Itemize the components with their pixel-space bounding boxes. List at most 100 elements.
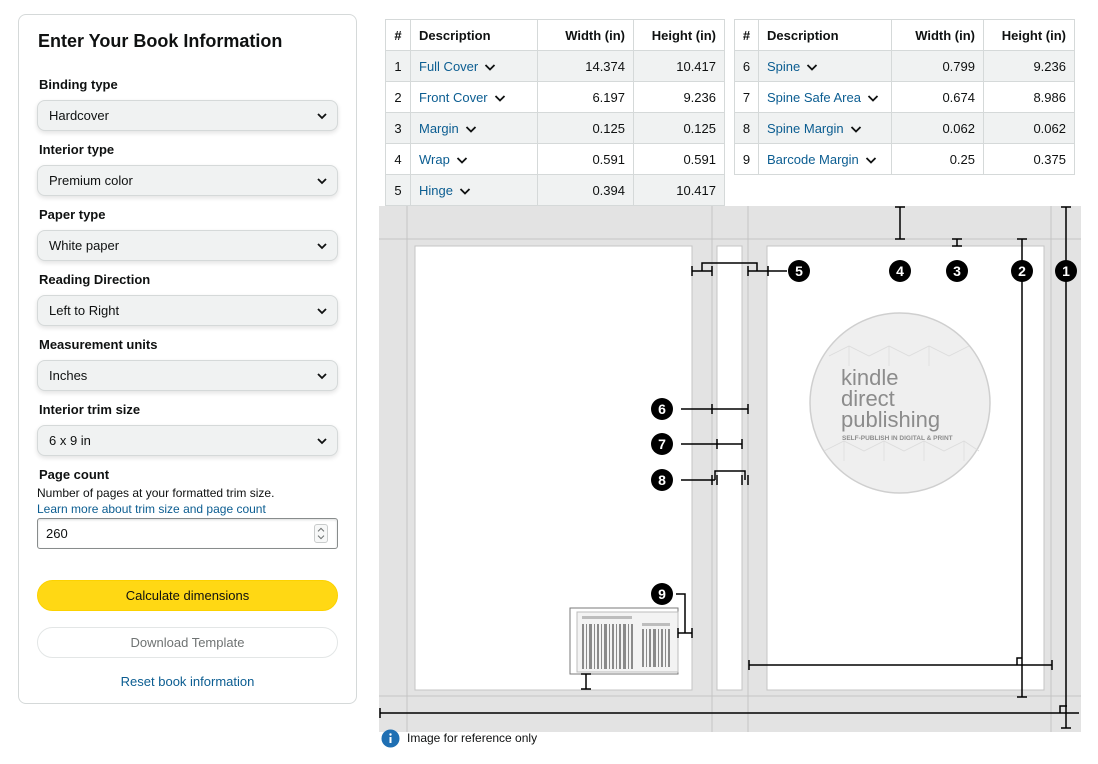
trim-size-help-link[interactable]: Learn more about trim size and page coun… bbox=[37, 502, 266, 516]
row-description-cell[interactable]: Wrap bbox=[410, 143, 538, 175]
table-row: 9 Barcode Margin 0.25 0.375 bbox=[734, 143, 1075, 175]
reset-book-info-link[interactable]: Reset book information bbox=[19, 674, 356, 689]
reading-direction-select[interactable]: Left to Right bbox=[37, 295, 338, 326]
row-width: 0.394 bbox=[592, 182, 625, 198]
row-description: Wrap bbox=[419, 151, 450, 167]
row-description-cell[interactable]: Hinge bbox=[410, 174, 538, 206]
page-count-spinner[interactable] bbox=[314, 524, 328, 543]
chevron-down-icon[interactable] bbox=[456, 156, 468, 165]
row-description-cell[interactable]: Spine Margin bbox=[758, 112, 892, 144]
row-number: 1 bbox=[394, 58, 402, 74]
chevron-down-icon bbox=[317, 308, 327, 315]
row-height: 0.591 bbox=[683, 151, 716, 167]
table-row: 3 Margin 0.125 0.125 bbox=[385, 112, 725, 144]
row-number-cell: 8 bbox=[734, 112, 759, 144]
row-number-cell: 4 bbox=[385, 143, 411, 175]
book-info-panel: Enter Your Book Information Binding type… bbox=[18, 14, 357, 704]
table-header-row: # Description Width (in) Height (in) bbox=[385, 19, 725, 51]
trim-size-value: 6 x 9 in bbox=[49, 433, 91, 448]
row-description-cell[interactable]: Spine bbox=[758, 50, 892, 82]
trim-size-label: Interior trim size bbox=[39, 402, 141, 417]
chevron-down-icon[interactable] bbox=[865, 156, 877, 165]
chevron-down-icon[interactable] bbox=[867, 94, 879, 103]
row-height-cell: 8.986 bbox=[983, 81, 1075, 113]
cover-template-diagram: kindle direct publishing SELF-PUBLISH IN… bbox=[379, 206, 1081, 732]
table-row: 4 Wrap 0.591 0.591 bbox=[385, 143, 725, 175]
reading-direction-label: Reading Direction bbox=[39, 272, 151, 287]
row-number: 4 bbox=[394, 151, 402, 167]
row-height: 0.375 bbox=[1033, 151, 1066, 167]
row-description-cell[interactable]: Barcode Margin bbox=[758, 143, 892, 175]
row-height-cell: 0.375 bbox=[983, 143, 1075, 175]
chevron-down-icon[interactable] bbox=[484, 63, 496, 72]
row-height: 10.417 bbox=[676, 58, 716, 74]
row-number: 3 bbox=[394, 120, 402, 136]
row-width-cell: 0.799 bbox=[891, 50, 984, 82]
marker-7: 7 bbox=[651, 433, 673, 455]
measurement-units-select[interactable]: Inches bbox=[37, 360, 338, 391]
marker-label: 4 bbox=[896, 263, 904, 279]
row-height: 0.062 bbox=[1033, 120, 1066, 136]
marker-label: 5 bbox=[795, 263, 803, 279]
row-height: 8.986 bbox=[1033, 89, 1066, 105]
row-description: Front Cover bbox=[419, 89, 488, 105]
row-width-cell: 0.25 bbox=[891, 143, 984, 175]
calculate-dimensions-button[interactable]: Calculate dimensions bbox=[37, 580, 338, 611]
row-width-cell: 0.394 bbox=[537, 174, 634, 206]
paper-type-select[interactable]: White paper bbox=[37, 230, 338, 261]
marker-label: 6 bbox=[658, 401, 666, 417]
dimensions-table-right: # Description Width (in) Height (in) 6 Sp… bbox=[734, 19, 1075, 175]
reading-direction-value: Left to Right bbox=[49, 303, 120, 318]
paper-type-value: White paper bbox=[49, 238, 120, 253]
binding-type-select[interactable]: Hardcover bbox=[37, 100, 338, 131]
chevron-down-icon[interactable] bbox=[850, 125, 862, 134]
row-width-cell: 0.125 bbox=[537, 112, 634, 144]
row-height-cell: 9.236 bbox=[983, 50, 1075, 82]
row-description: Full Cover bbox=[419, 58, 479, 74]
chevron-down-icon[interactable] bbox=[459, 187, 471, 196]
marker-2: 2 bbox=[1011, 260, 1033, 282]
chevron-down-icon bbox=[317, 113, 327, 120]
table-row: 7 Spine Safe Area 0.674 8.986 bbox=[734, 81, 1075, 113]
row-description-cell[interactable]: Margin bbox=[410, 112, 538, 144]
row-description: Spine Safe Area bbox=[767, 89, 861, 105]
row-description-cell[interactable]: Full Cover bbox=[410, 50, 538, 82]
row-description: Margin bbox=[419, 120, 459, 136]
chevron-down-icon[interactable] bbox=[465, 125, 477, 134]
page-count-label: Page count bbox=[39, 467, 110, 482]
dimensions-table-left: # Description Width (in) Height (in) 1 Fu… bbox=[385, 19, 725, 206]
row-number: 7 bbox=[742, 89, 751, 105]
paper-type-label: Paper type bbox=[39, 207, 106, 222]
row-number-cell: 1 bbox=[385, 50, 411, 82]
panel-title: Enter Your Book Information bbox=[38, 31, 283, 51]
row-height-cell: 0.125 bbox=[633, 112, 725, 144]
download-template-button[interactable]: Download Template bbox=[37, 627, 338, 658]
row-description: Barcode Margin bbox=[767, 151, 859, 167]
row-height: 9.236 bbox=[683, 89, 716, 105]
marker-label: 8 bbox=[658, 472, 666, 488]
row-number: 2 bbox=[394, 89, 402, 105]
row-number: 9 bbox=[742, 151, 751, 167]
spine-panel bbox=[716, 245, 743, 691]
col-height-header: Height (in) bbox=[983, 19, 1075, 51]
col-width-header: Width (in) bbox=[891, 19, 984, 51]
col-num-header: # bbox=[385, 19, 411, 51]
interior-type-value: Premium color bbox=[49, 173, 133, 188]
row-height-cell: 10.417 bbox=[633, 50, 725, 82]
marker-label: 9 bbox=[658, 586, 666, 602]
chevron-down-icon bbox=[317, 178, 327, 185]
measurement-units-value: Inches bbox=[49, 368, 88, 383]
col-description-header: Description bbox=[758, 19, 892, 51]
col-num-header: # bbox=[734, 19, 759, 51]
row-description-cell[interactable]: Front Cover bbox=[410, 81, 538, 113]
row-height-cell: 0.591 bbox=[633, 143, 725, 175]
chevron-down-icon[interactable] bbox=[806, 63, 818, 72]
marker-5: 5 bbox=[788, 260, 810, 282]
page-count-input[interactable]: 260 bbox=[37, 518, 338, 549]
trim-size-select[interactable]: 6 x 9 in bbox=[37, 425, 338, 456]
chevron-down-icon[interactable] bbox=[494, 94, 506, 103]
barcode-area bbox=[569, 607, 679, 675]
chevron-down-icon bbox=[317, 438, 327, 445]
interior-type-select[interactable]: Premium color bbox=[37, 165, 338, 196]
row-description-cell[interactable]: Spine Safe Area bbox=[758, 81, 892, 113]
